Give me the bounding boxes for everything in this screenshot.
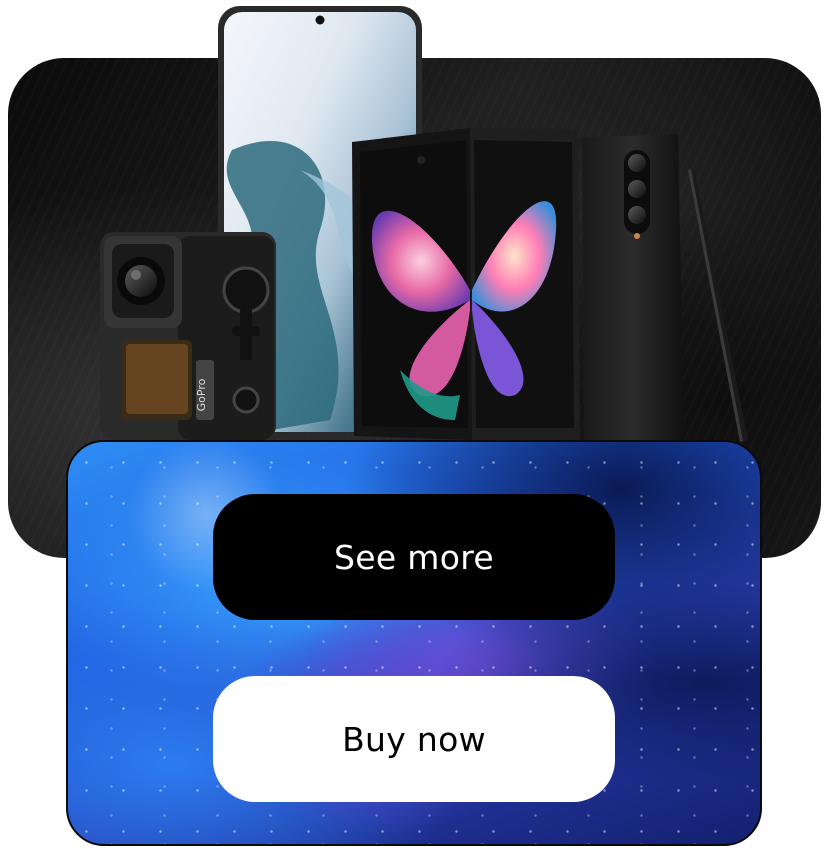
buy-now-button[interactable]: Buy now	[213, 676, 615, 802]
see-more-button[interactable]: See more	[213, 494, 615, 620]
